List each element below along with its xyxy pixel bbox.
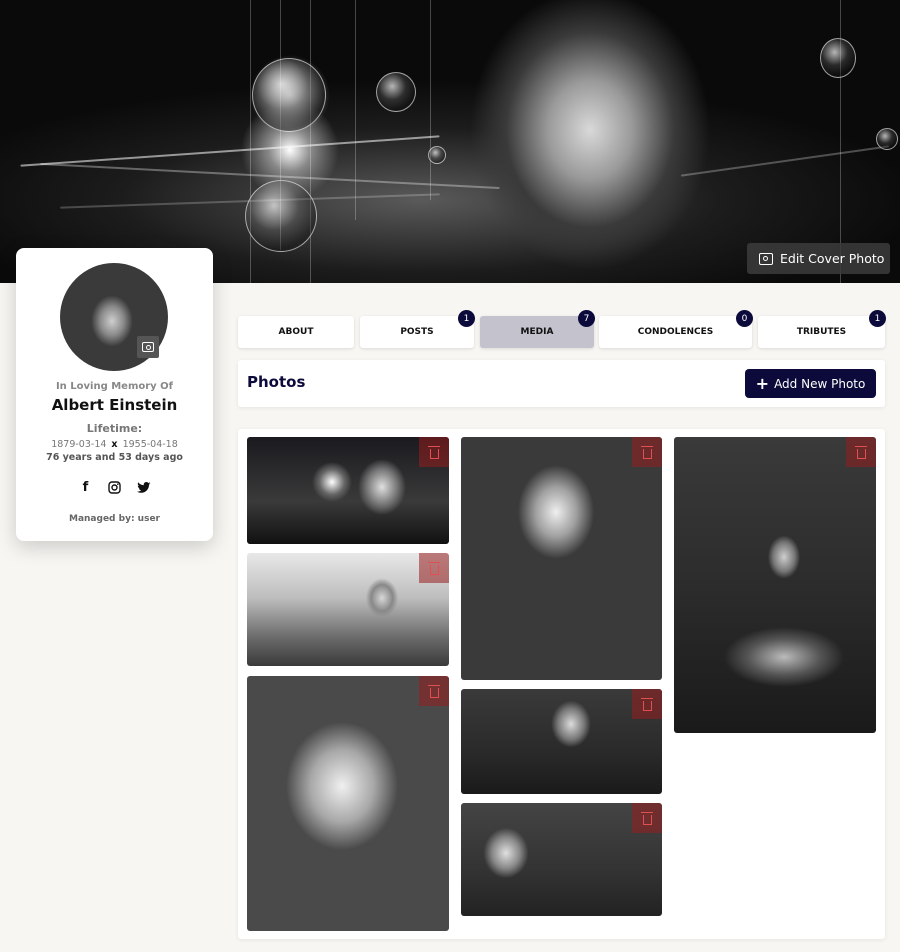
trash-icon xyxy=(640,697,653,711)
lifetime-dates: 1879-03-14 x 1955-04-18 xyxy=(16,439,213,450)
plus-icon: + xyxy=(755,373,770,393)
camera-icon xyxy=(142,342,154,352)
trash-icon xyxy=(640,445,653,459)
tab-posts[interactable]: POSTS 1 xyxy=(360,310,475,348)
delete-photo-button[interactable] xyxy=(419,676,449,706)
photos-title: Photos xyxy=(247,373,306,391)
birth-date: 1879-03-14 xyxy=(51,439,107,450)
in-memory-label: In Loving Memory Of xyxy=(55,381,174,392)
trash-icon xyxy=(854,445,867,459)
lifetime-label: Lifetime: xyxy=(86,422,143,435)
social-links: f xyxy=(16,480,213,495)
delete-photo-button[interactable] xyxy=(632,689,662,719)
tab-media[interactable]: MEDIA 7 xyxy=(480,310,595,348)
cover-photo: Edit Cover Photo xyxy=(0,0,900,283)
tab-about[interactable]: ABOUT xyxy=(238,316,354,348)
photo-gallery xyxy=(238,429,885,939)
delete-photo-button[interactable] xyxy=(632,437,662,467)
tab-label: MEDIA xyxy=(520,327,554,337)
camera-icon xyxy=(759,252,773,265)
tab-tributes[interactable]: TRIBUTES 1 xyxy=(758,310,886,348)
gallery-photo[interactable] xyxy=(247,437,449,544)
instagram-icon[interactable] xyxy=(107,480,122,495)
gallery-photo[interactable] xyxy=(461,689,662,794)
delete-photo-button[interactable] xyxy=(419,437,449,467)
profile-card: In Loving Memory Of Albert Einstein Life… xyxy=(16,248,213,541)
tab-label: POSTS xyxy=(400,327,434,337)
count-badge: 0 xyxy=(736,310,753,327)
delete-photo-button[interactable] xyxy=(419,553,449,583)
tab-label: CONDOLENCES xyxy=(637,327,714,337)
date-separator: x xyxy=(111,439,118,450)
trash-icon xyxy=(427,561,440,575)
managed-by: Managed by: user xyxy=(69,514,160,524)
delete-photo-button[interactable] xyxy=(632,803,662,833)
edit-cover-photo-label: Edit Cover Photo xyxy=(780,251,885,266)
photos-header: Photos + Add New Photo xyxy=(238,360,885,407)
delete-photo-button[interactable] xyxy=(846,437,876,467)
death-date: 1955-04-18 xyxy=(122,439,178,450)
tab-label: TRIBUTES xyxy=(796,327,847,337)
age-text: 76 years and 53 days ago xyxy=(46,452,183,463)
gallery-photo[interactable] xyxy=(461,803,662,916)
trash-icon xyxy=(640,811,653,825)
tab-label: ABOUT xyxy=(278,327,314,337)
add-new-photo-label: Add New Photo xyxy=(774,376,866,391)
change-avatar-button[interactable] xyxy=(137,336,159,358)
count-badge: 1 xyxy=(458,310,475,327)
count-badge: 1 xyxy=(869,310,886,327)
profile-name: Albert Einstein xyxy=(51,396,178,414)
twitter-icon[interactable] xyxy=(136,480,151,495)
tab-condolences[interactable]: CONDOLENCES 0 xyxy=(599,310,753,348)
gallery-photo[interactable] xyxy=(247,676,449,931)
add-new-photo-button[interactable]: + Add New Photo xyxy=(745,369,876,398)
gallery-photo[interactable] xyxy=(674,437,876,733)
edit-cover-photo-button[interactable]: Edit Cover Photo xyxy=(747,243,890,274)
count-badge: 7 xyxy=(578,310,595,327)
trash-icon xyxy=(427,445,440,459)
trash-icon xyxy=(427,684,440,698)
gallery-photo[interactable] xyxy=(247,553,449,666)
gallery-photo[interactable] xyxy=(461,437,662,680)
facebook-icon[interactable]: f xyxy=(78,480,93,495)
